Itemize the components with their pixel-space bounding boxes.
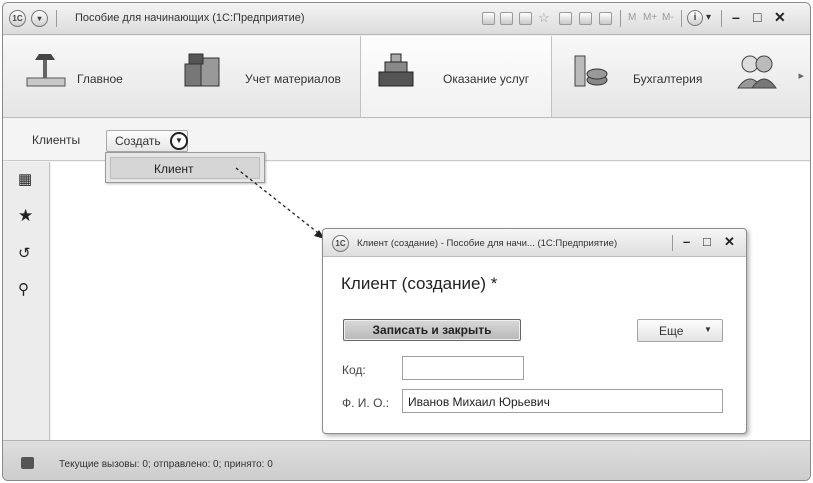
dialog-title-bar: 1С Клиент (создание) - Пособие для начи.…	[323, 229, 746, 257]
more-button-label: Еще	[659, 324, 684, 338]
close-icon[interactable]: ✕	[724, 234, 735, 250]
name-field[interactable]: Иванов Михаил Юрьевич	[402, 389, 723, 413]
chevron-down-icon: ▼	[704, 325, 712, 334]
title-separator	[672, 235, 673, 251]
name-label: Ф. И. О.:	[342, 396, 390, 410]
dialog-title: Клиент (создание) - Пособие для начи... …	[357, 238, 618, 249]
more-button[interactable]: Еще ▼	[637, 319, 723, 342]
app-logo-icon[interactable]: 1С	[332, 235, 349, 252]
form-heading: Клиент (создание) *	[341, 274, 498, 293]
client-create-dialog: 1С Клиент (создание) - Пособие для начи.…	[322, 228, 747, 434]
code-field[interactable]	[402, 356, 524, 380]
code-label: Код:	[342, 363, 366, 377]
dashed-arrow-line	[235, 167, 323, 237]
save-and-close-label: Записать и закрыть	[372, 323, 492, 337]
maximize-icon[interactable]: □	[703, 234, 711, 249]
save-and-close-button[interactable]: Записать и закрыть	[343, 319, 521, 341]
minimize-icon[interactable]: –	[683, 234, 690, 249]
